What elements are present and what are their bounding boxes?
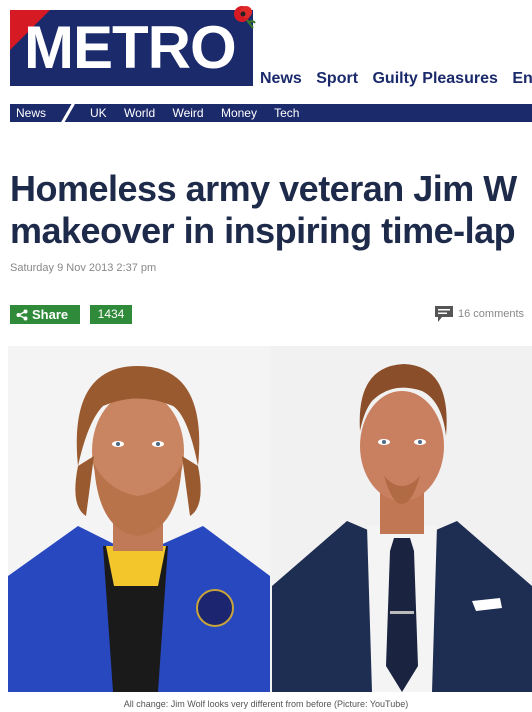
sub-nav-tech[interactable]: Tech <box>274 106 299 120</box>
metro-logo[interactable]: METRO <box>10 10 253 86</box>
share-button[interactable]: Share <box>10 305 80 324</box>
headline-line-1: Homeless army veteran Jim W <box>10 168 517 209</box>
sub-nav-world[interactable]: World <box>124 106 155 120</box>
top-nav-entertainment[interactable]: Enter <box>512 70 532 87</box>
share-icon <box>16 309 28 321</box>
sub-nav-uk[interactable]: UK <box>90 106 107 120</box>
headline-line-2: makeover in inspiring time-lap <box>10 210 516 251</box>
share-label: Share <box>32 307 69 322</box>
sub-nav: News UK World Weird Money Tech <box>10 104 532 122</box>
comment-icon <box>435 306 453 322</box>
poppy-icon <box>234 6 256 29</box>
article-date: Saturday 9 Nov 2013 2:37 pm <box>10 262 157 274</box>
before-photo <box>8 346 270 692</box>
top-nav-sport[interactable]: Sport <box>316 70 358 87</box>
top-nav-news[interactable]: News <box>260 70 302 87</box>
article-headline: Homeless army veteran Jim W makeover in … <box>10 168 532 252</box>
top-nav: News Sport Guilty Pleasures Enter <box>260 70 532 88</box>
logo-text: METRO <box>24 14 237 81</box>
photo-caption: All change: Jim Wolf looks very differen… <box>123 699 409 709</box>
top-nav-guilty-pleasures[interactable]: Guilty Pleasures <box>372 70 497 87</box>
sub-nav-weird[interactable]: Weird <box>172 106 203 120</box>
share-count: 1434 <box>90 305 132 324</box>
after-photo <box>272 346 532 692</box>
sub-nav-money[interactable]: Money <box>221 106 257 120</box>
sub-nav-news[interactable]: News <box>10 104 68 122</box>
comments-count: 16 comments <box>458 308 525 320</box>
article-photo <box>8 346 532 692</box>
